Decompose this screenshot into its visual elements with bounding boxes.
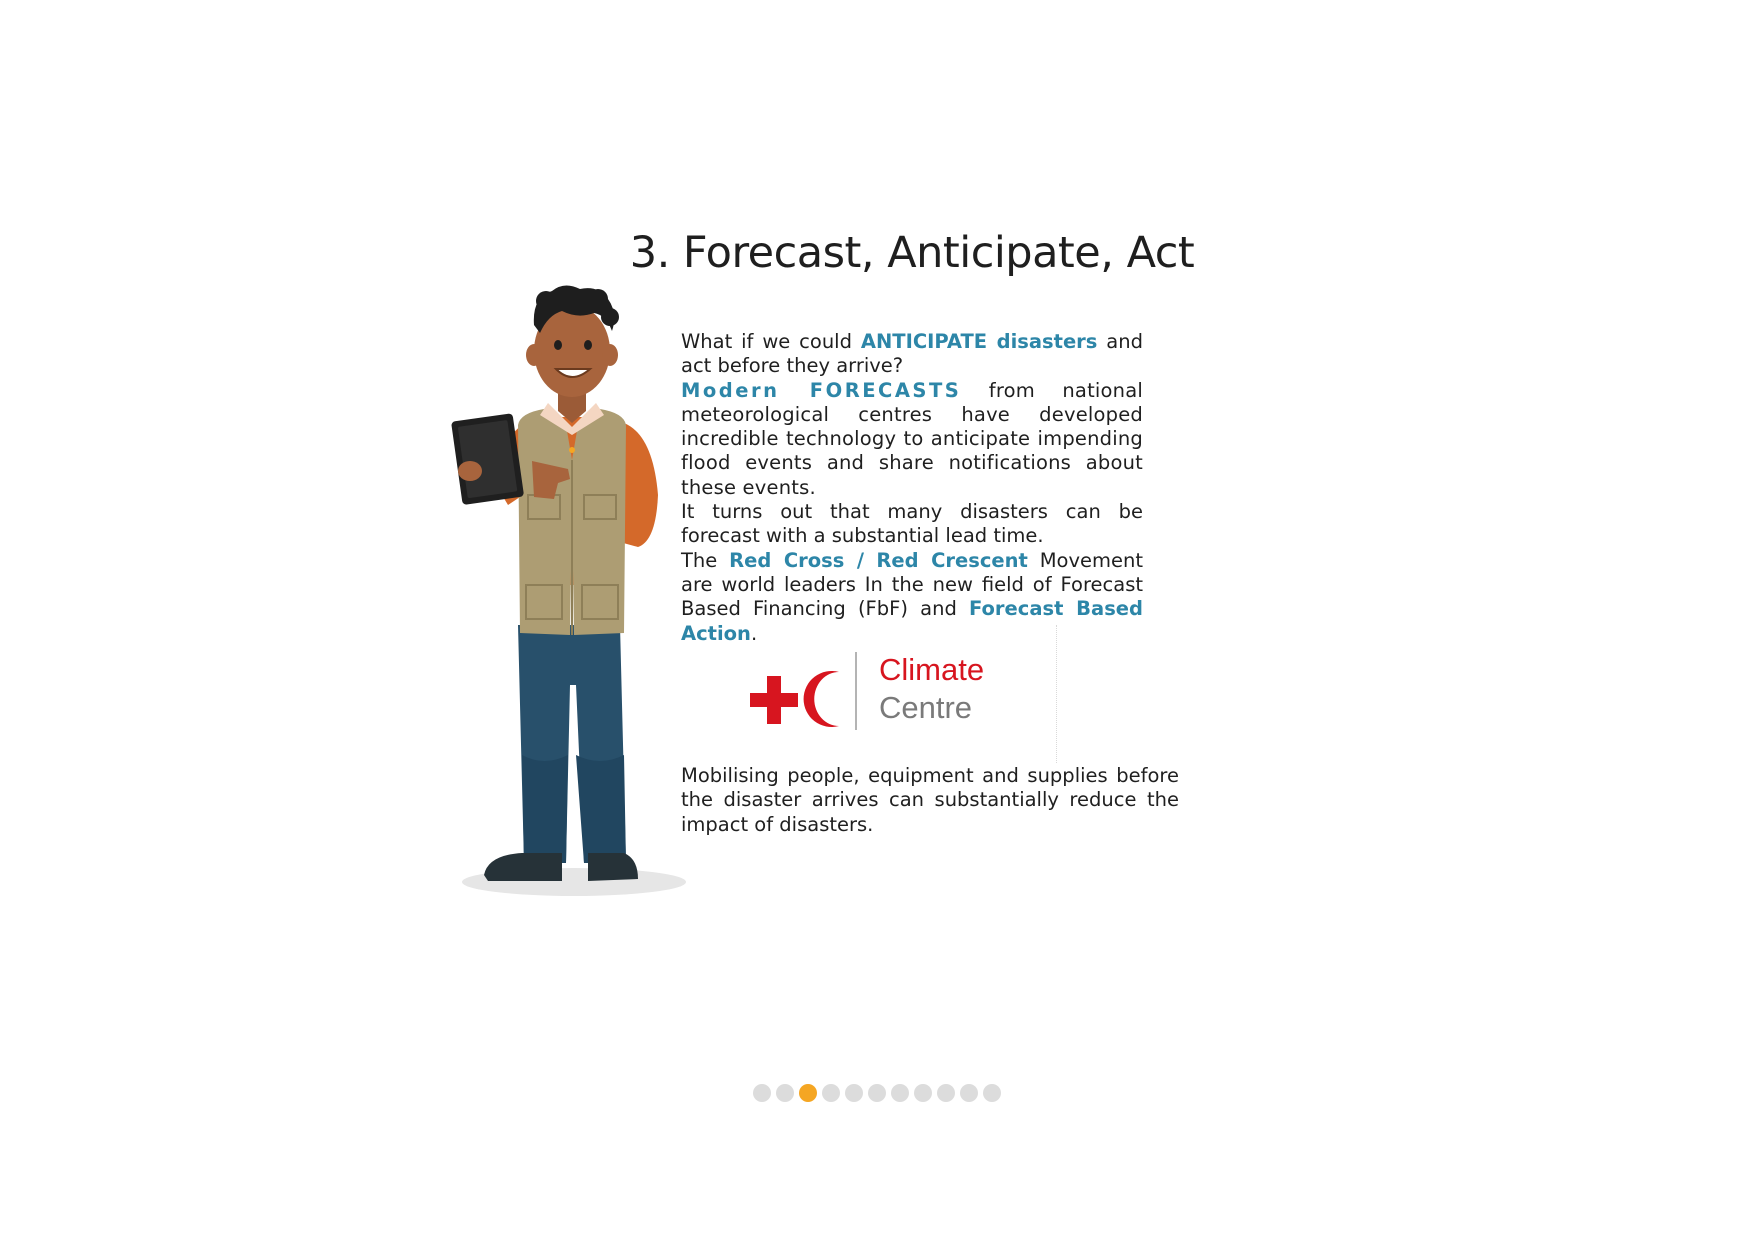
paragraph-red-cross: The Red Cross / Red Crescent Movement ar… <box>681 549 1143 646</box>
logo-line-centre: Centre <box>879 690 972 725</box>
pagination-dot-2[interactable] <box>776 1084 794 1102</box>
slide-title: 3. Forecast, Anticipate, Act <box>629 228 1195 278</box>
pagination-dot-8[interactable] <box>914 1084 932 1102</box>
paragraph-mobilising: Mobilising people, equipment and supplie… <box>681 764 1179 836</box>
forecasts-highlight: Modern FORECASTS <box>681 378 962 402</box>
p4-text-start: The <box>681 548 730 572</box>
paragraph-lead-time: It turns out that many disasters can be … <box>681 500 1143 548</box>
volunteer-illustration <box>451 285 686 896</box>
pagination-dot-5[interactable] <box>845 1084 863 1102</box>
logo-line-climate: Climate <box>879 652 984 687</box>
pagination-dot-10[interactable] <box>960 1084 978 1102</box>
intro-text: What if we could ANTICIPATE disasters an… <box>681 330 1143 646</box>
pagination-dot-7[interactable] <box>891 1084 909 1102</box>
climate-centre-logo: Climate Centre <box>750 652 984 730</box>
mobilising-text: Mobilising people, equipment and supplie… <box>681 764 1179 837</box>
p1-text-start: What if we could <box>681 330 861 353</box>
pagination-dot-1[interactable] <box>753 1084 771 1102</box>
pagination-dot-9[interactable] <box>937 1084 955 1102</box>
paragraph-forecasts: Modern FORECASTS from national meteorolo… <box>681 379 1143 500</box>
pagination-dot-6[interactable] <box>868 1084 886 1102</box>
red-cross-highlight: Red Cross / Red Crescent <box>729 548 1028 572</box>
divider-line <box>1056 625 1057 763</box>
pagination-dot-3[interactable] <box>799 1084 817 1102</box>
pagination-dot-11[interactable] <box>983 1084 1001 1102</box>
p4-text-end: . <box>750 621 758 645</box>
slide-pagination <box>753 1084 1001 1102</box>
paragraph-anticipate: What if we could ANTICIPATE disasters an… <box>681 330 1143 379</box>
anticipate-highlight: ANTICIPATE disasters <box>860 330 1098 353</box>
pagination-dot-4[interactable] <box>822 1084 840 1102</box>
